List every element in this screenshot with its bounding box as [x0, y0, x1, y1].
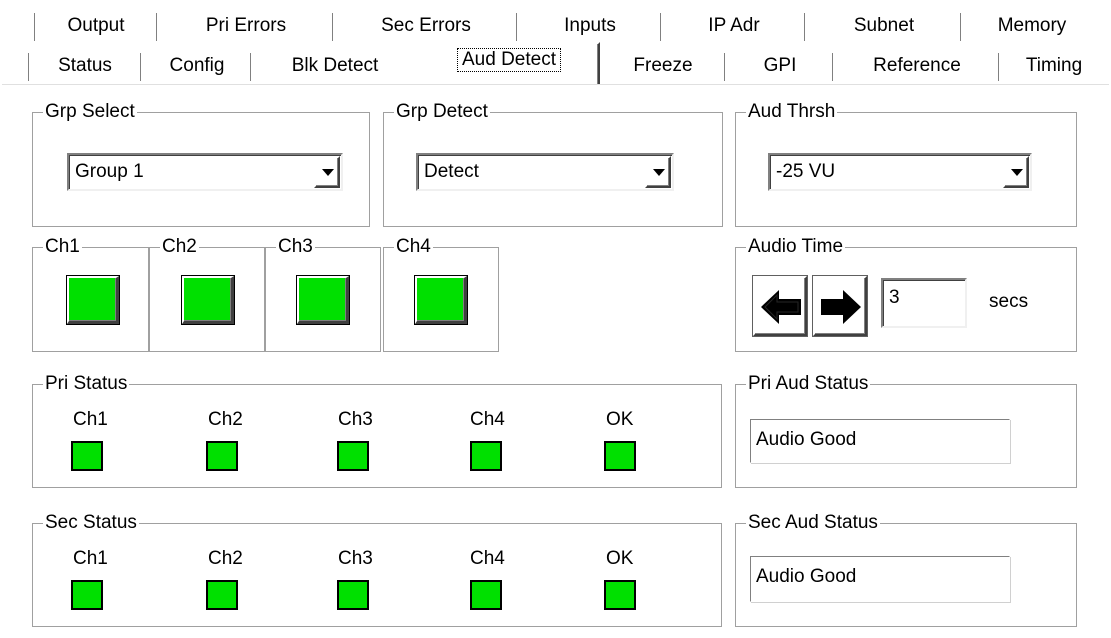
chevron-down-icon[interactable]	[1003, 156, 1029, 188]
grp-select-label: Grp Select	[43, 100, 137, 124]
tab-timing[interactable]: Timing	[1000, 50, 1108, 84]
sec-status-ch3-led	[337, 580, 369, 610]
sec-aud-status-label: Sec Aud Status	[746, 511, 880, 535]
tab-subnet[interactable]: Subnet	[806, 10, 962, 44]
sec-aud-status-value: Audio Good	[756, 566, 857, 587]
ch2-label: Ch2	[160, 235, 199, 259]
decrement-button[interactable]	[753, 276, 807, 336]
ch1-group: Ch1	[32, 235, 149, 352]
audio-time-label: Audio Time	[746, 235, 846, 259]
pri-status-ch3-label: Ch3	[338, 409, 373, 430]
pri-status-ch1-led	[71, 441, 103, 471]
tab-sec-errors[interactable]: Sec Errors	[334, 10, 518, 44]
pri-status-group: Pri Status Ch1 Ch2 Ch3 Ch4 OK	[32, 372, 722, 488]
aud-thrsh-value: -25 VU	[776, 161, 836, 182]
tab-aud-detect[interactable]: Aud Detect	[418, 42, 600, 84]
aud-thrsh-dropdown[interactable]: -25 VU	[768, 153, 1032, 191]
audio-time-unit: secs	[989, 291, 1029, 312]
aud-thrsh-group: Aud Thrsh -25 VU	[735, 100, 1077, 227]
audio-time-input[interactable]: 3	[881, 278, 967, 328]
pri-status-label: Pri Status	[43, 372, 130, 396]
pri-status-ch1-label: Ch1	[73, 409, 108, 430]
grp-detect-label: Grp Detect	[394, 100, 490, 124]
arrow-right-icon	[821, 290, 861, 324]
sec-status-ok-label: OK	[606, 548, 634, 569]
aud-detect-panel: Grp Select Group 1 Grp Detect Detect Aud…	[2, 85, 1109, 636]
pri-status-ch3-led	[337, 441, 369, 471]
tab-output[interactable]: Output	[34, 10, 158, 44]
sec-status-ch4-label: Ch4	[470, 548, 505, 569]
sec-status-ok-led	[604, 580, 636, 610]
sec-aud-status-field: Audio Good	[750, 556, 1010, 602]
tab-config[interactable]: Config	[142, 50, 252, 84]
pri-aud-status-value: Audio Good	[756, 429, 857, 450]
grp-select-group: Grp Select Group 1	[32, 100, 370, 227]
tab-ip-adr[interactable]: IP Adr	[662, 10, 806, 44]
tab-row-bottom: Status Config Blk Detect Aud Detect Free…	[0, 42, 1111, 84]
sec-status-ch1-label: Ch1	[73, 548, 108, 569]
chevron-down-icon[interactable]	[314, 156, 340, 188]
sec-status-label: Sec Status	[43, 511, 139, 535]
tab-reference[interactable]: Reference	[834, 50, 1000, 84]
sec-status-group: Sec Status Ch1 Ch2 Ch3 Ch4 OK	[32, 511, 722, 627]
ch3-group: Ch3	[265, 235, 381, 352]
pri-aud-status-group: Pri Aud Status Audio Good	[735, 372, 1077, 488]
grp-detect-value: Detect	[424, 161, 479, 182]
grp-detect-group: Grp Detect Detect	[383, 100, 723, 227]
grp-detect-dropdown[interactable]: Detect	[416, 153, 674, 191]
tab-status[interactable]: Status	[28, 50, 142, 84]
audio-time-value: 3	[889, 287, 900, 308]
sec-status-ch1-led	[71, 580, 103, 610]
sec-status-ch2-led	[206, 580, 238, 610]
chevron-down-icon[interactable]	[645, 156, 671, 188]
pri-aud-status-field: Audio Good	[750, 419, 1010, 463]
grp-select-dropdown[interactable]: Group 1	[67, 153, 343, 191]
arrow-left-icon	[761, 290, 801, 324]
ch3-label: Ch3	[276, 235, 315, 259]
tab-inputs[interactable]: Inputs	[518, 10, 662, 44]
pri-aud-status-label: Pri Aud Status	[746, 372, 871, 396]
pri-status-ok-label: OK	[606, 409, 634, 430]
ch2-toggle-button[interactable]	[182, 276, 234, 324]
ch4-group: Ch4	[383, 235, 499, 352]
aud-thrsh-label: Aud Thrsh	[746, 100, 838, 124]
sec-aud-status-group: Sec Aud Status Audio Good	[735, 511, 1077, 627]
tab-row-top: Output Pri Errors Sec Errors Inputs IP A…	[0, 10, 1111, 44]
ch1-label: Ch1	[43, 235, 82, 259]
pri-status-ch4-label: Ch4	[470, 409, 505, 430]
pri-status-ch2-led	[206, 441, 238, 471]
pri-status-ch4-led	[470, 441, 502, 471]
audio-time-group: Audio Time 3 secs	[735, 235, 1077, 352]
tab-memory[interactable]: Memory	[962, 10, 1102, 44]
sec-status-ch4-led	[470, 580, 502, 610]
pri-status-ok-led	[604, 441, 636, 471]
ch3-toggle-button[interactable]	[297, 276, 349, 324]
sec-status-ch2-label: Ch2	[208, 548, 243, 569]
increment-button[interactable]	[813, 276, 867, 336]
tab-freeze[interactable]: Freeze	[600, 50, 726, 84]
grp-select-value: Group 1	[75, 161, 144, 182]
tab-blk-detect[interactable]: Blk Detect	[252, 50, 418, 84]
sec-status-ch3-label: Ch3	[338, 548, 373, 569]
ch4-label: Ch4	[394, 235, 433, 259]
ch1-toggle-button[interactable]	[67, 276, 119, 324]
tab-pri-errors[interactable]: Pri Errors	[158, 10, 334, 44]
ch2-group: Ch2	[149, 235, 265, 352]
pri-status-ch2-label: Ch2	[208, 409, 243, 430]
ch4-toggle-button[interactable]	[415, 276, 467, 324]
tab-gpi[interactable]: GPI	[726, 50, 834, 84]
